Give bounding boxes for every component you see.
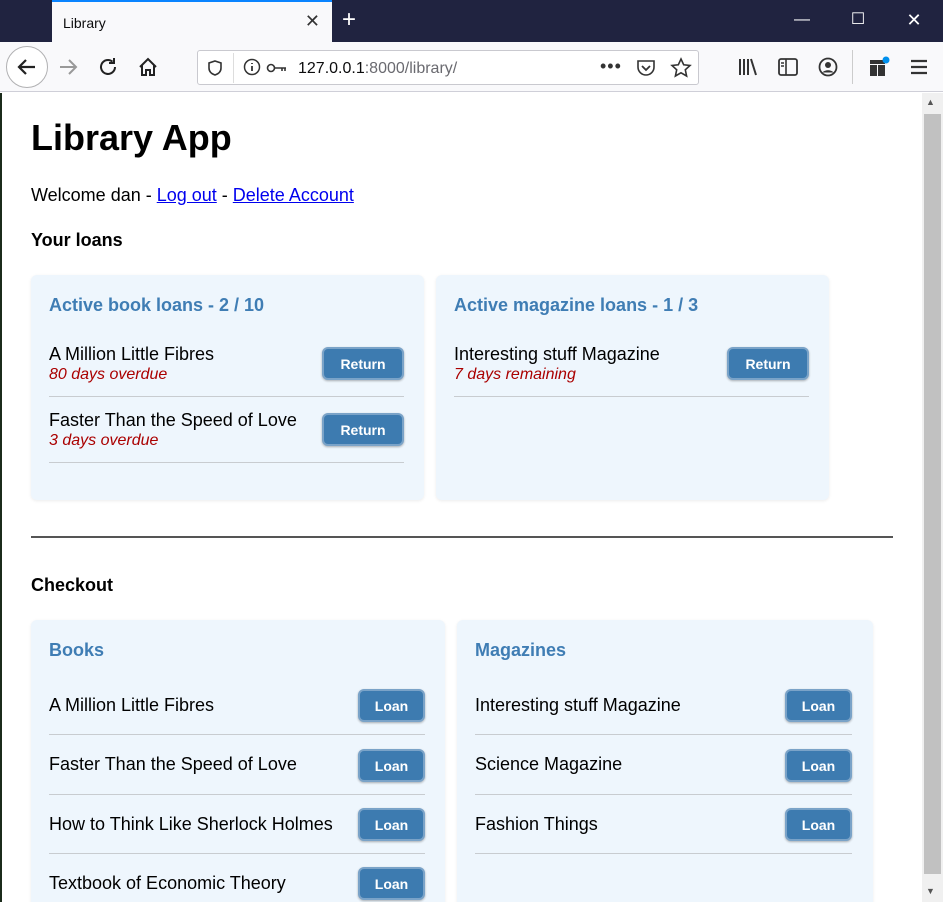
welcome-line: Welcome dan - Log out - Delete Account (31, 185, 354, 206)
list-item: Fashion Things Loan (475, 795, 852, 854)
shield-icon[interactable] (206, 59, 224, 82)
close-window-icon[interactable]: ✕ (902, 10, 926, 30)
return-button[interactable]: Return (322, 347, 404, 380)
scroll-up-icon[interactable]: ▲ (926, 97, 935, 107)
return-button[interactable]: Return (727, 347, 809, 380)
books-heading: Books (49, 640, 105, 660)
loan-title: A Million Little Fibres (49, 344, 215, 364)
url-bar[interactable]: 127.0.0.1:8000/library/ ••• (197, 50, 699, 85)
list-item: Faster Than the Speed of Love Loan (49, 735, 425, 795)
loan-title: Faster Than the Speed of Love (49, 410, 297, 430)
book-title: Textbook of Economic Theory (49, 873, 286, 893)
minimize-icon[interactable]: — (790, 10, 814, 30)
page-title: Library App (31, 117, 232, 158)
reload-icon[interactable] (96, 55, 120, 79)
book-loans-heading: Active book loans - 2 / 10 (49, 295, 265, 315)
toolbar-divider (852, 50, 853, 84)
page-actions-icon[interactable]: ••• (600, 56, 622, 77)
browser-tab[interactable]: Library ✕ (52, 0, 332, 42)
list-item: Interesting stuff Magazine Loan (475, 675, 852, 735)
page-content: Library App Welcome dan - Log out - Dele… (2, 93, 922, 902)
home-icon[interactable] (136, 55, 160, 79)
info-icon[interactable] (243, 58, 261, 81)
books-card: Books A Million Little Fibres Loan Faste… (31, 620, 445, 902)
account-icon[interactable] (816, 55, 840, 79)
scroll-down-icon[interactable]: ▼ (926, 886, 935, 896)
book-title: How to Think Like Sherlock Holmes (49, 814, 333, 834)
new-tab-icon[interactable]: + (342, 8, 356, 32)
back-icon[interactable] (6, 46, 48, 88)
list-item: Science Magazine Loan (475, 735, 852, 795)
logout-link[interactable]: Log out (157, 185, 217, 205)
book-title: Faster Than the Speed of Love (49, 754, 297, 774)
vertical-scrollbar[interactable]: ▲ ▼ (922, 93, 943, 902)
url-text[interactable]: 127.0.0.1:8000/library/ (298, 60, 457, 78)
url-host: 127.0.0.1 (298, 60, 365, 77)
loan-button[interactable]: Loan (785, 689, 852, 722)
loan-button[interactable]: Loan (358, 808, 425, 841)
loan-title: Interesting stuff Magazine (454, 344, 660, 364)
loan-button[interactable]: Loan (785, 749, 852, 782)
loan-status: 3 days overdue (49, 432, 159, 449)
pocket-icon[interactable] (636, 58, 656, 83)
sidebar-icon[interactable] (776, 55, 800, 79)
loan-status: 80 days overdue (49, 366, 168, 383)
magazines-card: Magazines Interesting stuff Magazine Loa… (457, 620, 873, 902)
loan-button[interactable]: Loan (358, 689, 425, 722)
book-title: A Million Little Fibres (49, 695, 215, 715)
magazine-title: Science Magazine (475, 754, 623, 774)
menu-icon[interactable] (907, 55, 931, 79)
key-icon[interactable] (266, 59, 288, 82)
link-separator: - (216, 185, 233, 205)
tab-title: Library (63, 15, 106, 31)
list-item: A Million Little Fibres 80 days overdue … (49, 335, 404, 397)
delete-account-link[interactable]: Delete Account (233, 185, 354, 205)
url-divider (233, 53, 234, 83)
maximize-icon[interactable]: ☐ (846, 10, 870, 30)
welcome-text: Welcome dan - (31, 185, 157, 205)
extensions-icon[interactable] (867, 55, 891, 79)
browser-window: Library ✕ + — ☐ ✕ 127.0.0.1:8000/library… (0, 0, 943, 902)
close-tab-icon[interactable]: ✕ (305, 12, 320, 30)
loans-heading: Your loans (31, 230, 123, 250)
book-loans-card: Active book loans - 2 / 10 A Million Lit… (31, 275, 424, 500)
library-icon[interactable] (736, 55, 760, 79)
magazine-loans-card: Active magazine loans - 1 / 3 Interestin… (436, 275, 829, 500)
list-item: A Million Little Fibres Loan (49, 675, 425, 735)
bookmark-star-icon[interactable] (670, 57, 692, 84)
magazine-loans-heading: Active magazine loans - 1 / 3 (454, 295, 699, 315)
nav-bar: 127.0.0.1:8000/library/ ••• (0, 42, 943, 92)
list-item: Interesting stuff Magazine 7 days remain… (454, 335, 809, 397)
title-bar: Library ✕ + — ☐ ✕ (0, 0, 943, 42)
return-button[interactable]: Return (322, 413, 404, 446)
list-item: Textbook of Economic Theory Loan (49, 854, 425, 902)
section-divider (31, 536, 893, 538)
magazine-title: Interesting stuff Magazine (475, 695, 681, 715)
loan-button[interactable]: Loan (785, 808, 852, 841)
magazines-heading: Magazines (475, 640, 567, 660)
url-path: :8000/library/ (364, 60, 458, 77)
checkout-heading: Checkout (31, 575, 114, 595)
list-item: Faster Than the Speed of Love 3 days ove… (49, 397, 404, 463)
forward-icon[interactable] (56, 55, 80, 79)
list-item: How to Think Like Sherlock Holmes Loan (49, 795, 425, 854)
loan-button[interactable]: Loan (358, 867, 425, 900)
magazine-title: Fashion Things (475, 814, 598, 834)
scrollbar-thumb[interactable] (924, 114, 941, 874)
loan-status: 7 days remaining (454, 366, 576, 383)
loan-button[interactable]: Loan (358, 749, 425, 782)
